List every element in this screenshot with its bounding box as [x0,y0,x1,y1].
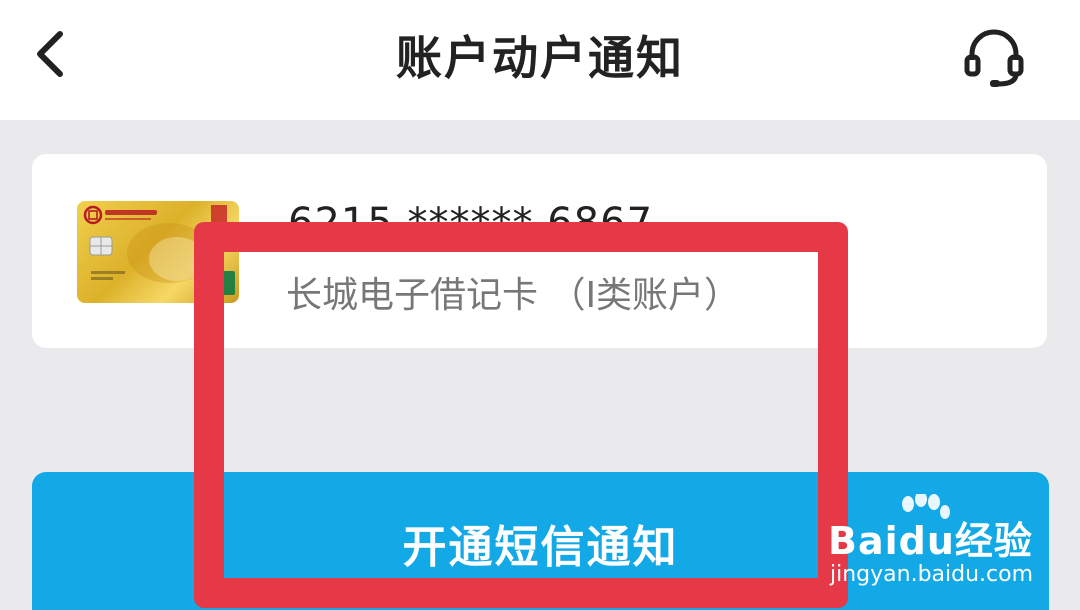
bank-card-image [77,201,239,303]
headset-icon [964,29,1024,87]
top-bar: 账户动户通知 [0,0,1080,120]
card-type-label: 长城电子借记卡 （I类账户） [286,275,741,316]
card-number: 6215 ****** 6867 [288,200,654,246]
customer-service-button[interactable] [958,20,1030,92]
account-card-panel[interactable]: 6215 ****** 6867 长城电子借记卡 （I类账户） [32,154,1047,348]
enable-sms-notification-button[interactable]: 开通短信通知 [32,472,1049,610]
enable-sms-label: 开通短信通知 [402,522,679,573]
page-title: 账户动户通知 [396,31,684,85]
